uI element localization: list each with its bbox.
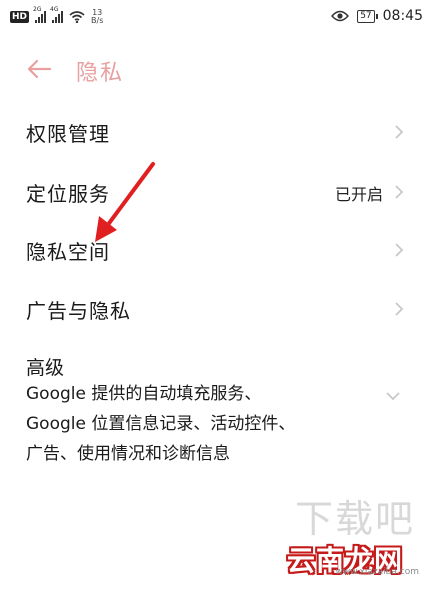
status-time: 08:45 [382,8,423,24]
advanced-description: Google 提供的自动填充服务、 Google 位置信息记录、活动控件、 广告… [26,379,356,469]
annotation-arrow-icon [95,162,155,242]
watermark-logo: 云南龙网 www.xiazaiba.com [287,539,419,577]
advanced-title: 高级 [26,357,65,379]
chevron-down-icon[interactable] [385,391,401,401]
settings-item-advanced[interactable]: 高级 Google 提供的自动填充服务、 Google 位置信息记录、活动控件、… [0,353,433,473]
chevron-right-icon [395,302,404,316]
settings-item-ads-and-privacy[interactable]: 广告与隐私 [0,295,433,325]
advanced-desc-line: Google 提供的自动填充服务、 [26,384,262,404]
page-title: 隐私 [76,61,125,86]
chevron-right-icon [395,125,404,139]
sim1-signal-icon: 2G [33,6,47,23]
settings-item-private-space[interactable]: 隐私空间 [0,236,433,266]
network-speed: 13 B/s [91,9,103,25]
settings-item-permission-management[interactable]: 权限管理 [0,118,433,148]
item-label: 权限管理 [26,122,110,146]
wifi-icon [69,11,85,23]
watermark-text: 下载吧 [294,497,415,541]
back-arrow-icon[interactable] [26,58,52,80]
advanced-desc-line: 广告、使用情况和诊断信息 [26,444,230,464]
item-value: 已开启 [334,185,383,204]
battery-indicator: 57 [357,9,379,23]
chevron-right-icon [395,185,404,199]
sim2-signal-icon: 4G [50,6,64,23]
sim2-type-label: 4G [50,6,59,13]
sim1-type-label: 2G [33,6,42,13]
network-speed-unit: B/s [91,16,104,25]
hd-voice-badge: HD [10,11,30,23]
watermark-url: www.xiazaiba.com [335,567,419,577]
item-label: 广告与隐私 [26,299,131,323]
settings-item-location-service[interactable]: 定位服务 已开启 [0,178,433,208]
page-header: 隐私 [0,52,433,88]
eye-comfort-icon [331,10,350,22]
advanced-desc-line: Google 位置信息记录、活动控件、 [26,414,296,434]
status-bar: HD 2G 4G 13 B/s 57 08:45 [0,0,433,34]
chevron-right-icon [395,243,404,257]
